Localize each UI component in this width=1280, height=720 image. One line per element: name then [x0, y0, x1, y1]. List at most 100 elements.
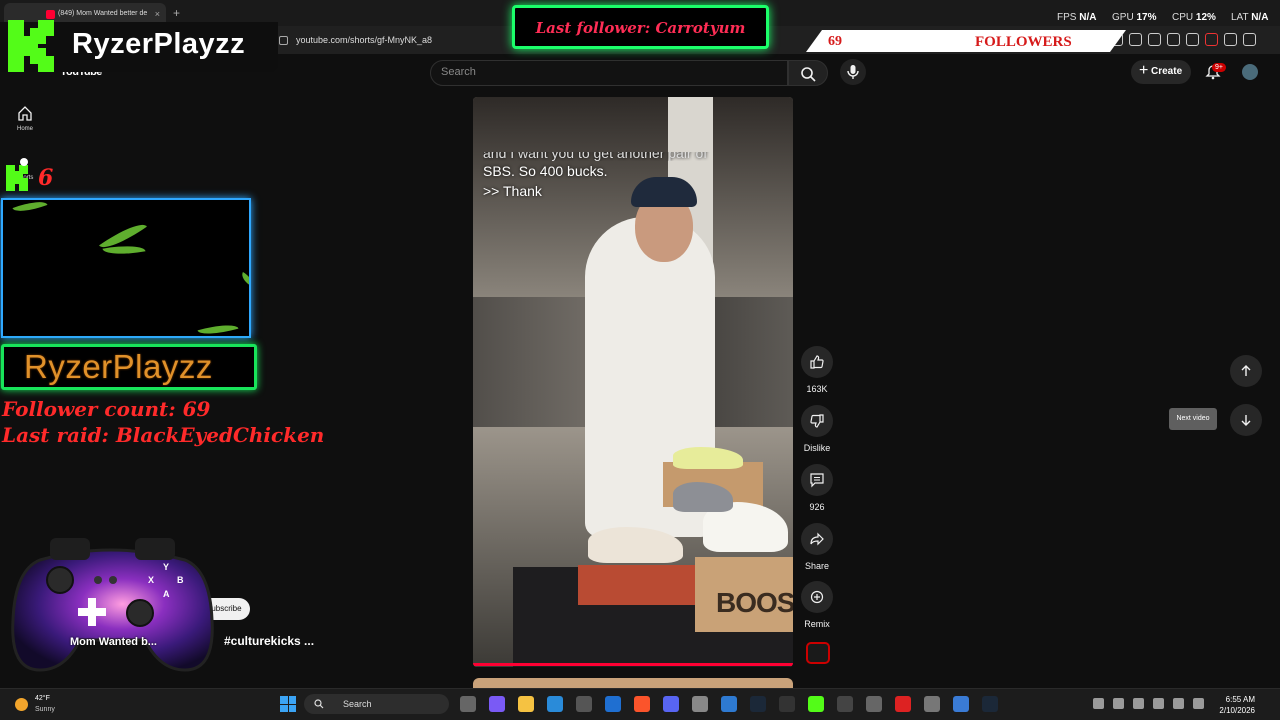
tab-title: (849) Mom Wanted better de — [58, 10, 148, 17]
cpu-readout: CPU 12% — [1172, 12, 1216, 23]
sidebar-icon[interactable] — [1167, 33, 1180, 46]
taskbar-clock[interactable]: 6:55 AM 2/10/2026 — [1217, 694, 1255, 716]
copilot-icon[interactable] — [489, 696, 505, 712]
dislike-label: Dislike — [803, 443, 831, 453]
store-icon[interactable] — [576, 696, 592, 712]
controller-b-button: B — [177, 575, 184, 585]
like-button[interactable] — [801, 346, 833, 378]
lat-value: N/A — [1251, 12, 1269, 23]
search-button[interactable] — [788, 60, 828, 86]
kick-count: 6 — [38, 165, 54, 191]
kick-app-icon[interactable] — [808, 696, 824, 712]
caption-line-cut: and I want you to get another pair of — [483, 152, 708, 161]
app-icon[interactable] — [837, 696, 853, 712]
leaf-decoration — [12, 200, 48, 217]
app-icon[interactable] — [924, 696, 940, 712]
kick-logo-icon — [8, 20, 54, 72]
video-title-partial[interactable]: Mom Wanted b... — [70, 636, 157, 648]
next-video-button[interactable] — [1230, 404, 1262, 436]
previous-video-button[interactable] — [1230, 355, 1262, 387]
caption-line: SBS. So 400 bucks. — [483, 163, 608, 179]
shorts-video-player[interactable]: BOOS and I want you to get another pair … — [473, 97, 793, 667]
music-icon[interactable] — [1148, 33, 1161, 46]
steam-icon[interactable] — [982, 696, 998, 712]
dislike-button[interactable] — [801, 405, 833, 437]
obs-icon[interactable] — [692, 696, 708, 712]
arrow-down-icon — [1241, 415, 1251, 426]
tray-app-icon[interactable] — [1133, 698, 1144, 709]
weather-condition[interactable]: Sunny — [35, 706, 55, 713]
sun-icon[interactable] — [15, 698, 28, 711]
vpn-icon[interactable] — [1224, 33, 1237, 46]
file-explorer-icon[interactable] — [518, 696, 534, 712]
windows-start-button[interactable] — [280, 696, 296, 712]
app-icon[interactable] — [721, 696, 737, 712]
outlook-icon[interactable] — [605, 696, 621, 712]
search-icon — [314, 699, 324, 709]
followers-label: FOLLOWERS — [975, 34, 1072, 50]
remix-action[interactable]: Remix — [801, 581, 833, 629]
url-text[interactable]: youtube.com/shorts/gf-MnyNK_a8 — [296, 35, 432, 45]
gpu-label: GPU — [1112, 12, 1134, 23]
app-icon[interactable] — [953, 696, 969, 712]
screenshot-icon[interactable] — [1129, 33, 1142, 46]
caption-line: >> Thank — [483, 183, 542, 199]
app-icon[interactable] — [866, 696, 882, 712]
edge-icon[interactable] — [547, 696, 563, 712]
gpu-value: 17% — [1136, 12, 1157, 23]
remix-button[interactable] — [801, 581, 833, 613]
search-input[interactable] — [430, 60, 788, 86]
close-icon[interactable]: × — [155, 9, 160, 19]
account-avatar[interactable] — [1242, 64, 1258, 80]
share-button[interactable] — [801, 523, 833, 555]
lat-label: LAT — [1231, 12, 1249, 23]
chevron-up-icon[interactable] — [1093, 698, 1104, 709]
wallet-icon[interactable] — [1186, 33, 1199, 46]
task-view-icon[interactable] — [460, 696, 476, 712]
search-placeholder: Search — [441, 66, 476, 78]
discord-icon[interactable] — [663, 696, 679, 712]
next-short-preview[interactable] — [473, 678, 793, 688]
channel-avatar[interactable] — [806, 642, 830, 664]
menu-icon[interactable] — [1243, 33, 1256, 46]
new-tab-icon[interactable]: + — [173, 6, 180, 20]
tray-app-icon[interactable] — [1153, 698, 1164, 709]
network-icon[interactable] — [1173, 698, 1184, 709]
tray-app-icon[interactable] — [1113, 698, 1124, 709]
video-caption: and I want you to get another pair of SB… — [483, 152, 743, 201]
webcam-frame — [1, 198, 251, 338]
cpu-value: 12% — [1195, 12, 1216, 23]
brave-icon[interactable] — [634, 696, 650, 712]
site-info-icon[interactable] — [279, 36, 288, 45]
nameplate-text: RyzerPlayzz — [24, 348, 213, 385]
comments-action[interactable]: 926 — [801, 464, 833, 512]
like-count: 163K — [806, 384, 828, 394]
weather-temperature[interactable]: 42°F — [35, 695, 50, 702]
brave-shield-icon[interactable] — [1205, 33, 1218, 46]
comments-button[interactable] — [801, 464, 833, 496]
leaf-decoration — [238, 272, 249, 286]
video-progress-bar[interactable] — [473, 663, 793, 666]
controller-a-button: A — [163, 589, 170, 599]
taskbar-search[interactable]: Search — [304, 694, 449, 714]
app-icon[interactable] — [895, 696, 911, 712]
follower-count-line: Follower count: 69 — [2, 397, 211, 421]
search-icon — [801, 67, 816, 82]
video-box-text: BOOS — [716, 587, 793, 618]
volume-icon[interactable] — [1193, 698, 1204, 709]
fps-value: N/A — [1079, 12, 1097, 23]
steam-icon[interactable] — [750, 696, 766, 712]
fps-readout: FPS N/A — [1057, 12, 1096, 23]
like-action[interactable]: 163K — [801, 346, 833, 394]
remix-label: Remix — [804, 619, 830, 629]
create-button[interactable]: + Create — [1131, 60, 1191, 84]
clock-time: 6:55 AM — [1225, 695, 1255, 704]
share-action[interactable]: Share — [801, 523, 833, 571]
fps-label: FPS — [1057, 12, 1077, 23]
voice-search-button[interactable] — [840, 59, 866, 85]
nav-home-label: Home — [17, 126, 34, 132]
leaf-decoration — [197, 319, 239, 336]
dislike-action[interactable]: Dislike — [801, 405, 833, 453]
epic-games-icon[interactable] — [779, 696, 795, 712]
video-hashtag[interactable]: #culturekicks ... — [224, 634, 314, 648]
